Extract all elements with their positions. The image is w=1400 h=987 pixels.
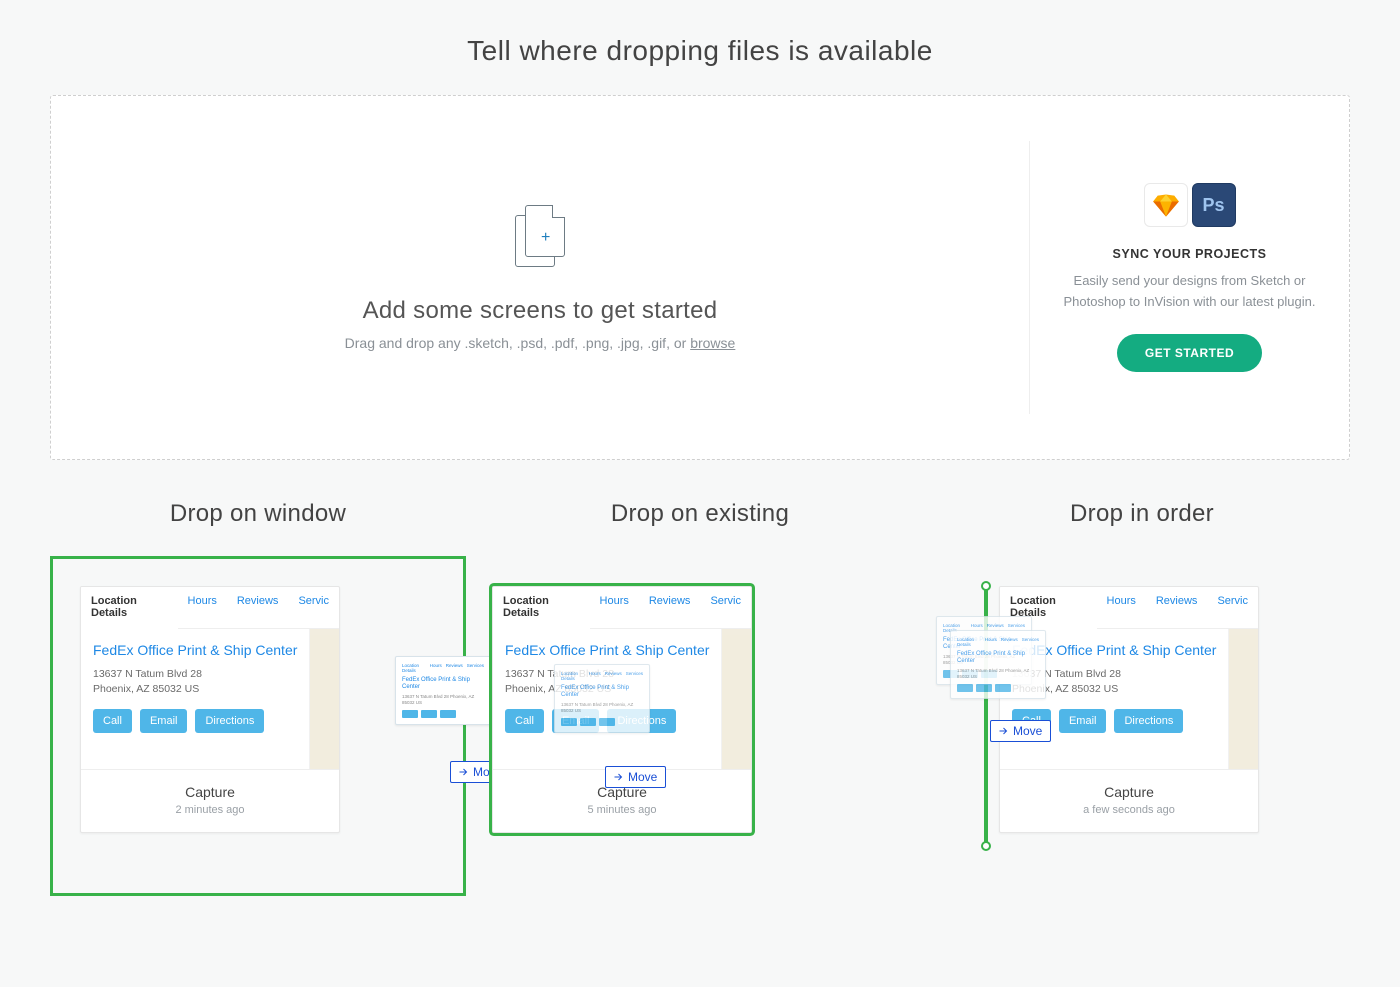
card-footer-timestamp: 2 minutes ago <box>89 804 331 816</box>
screen-card[interactable]: Location Details Hours Reviews Servic Fe… <box>999 586 1259 833</box>
map-preview <box>309 629 339 769</box>
location-address: 13637 N Tatum Blvd 28Phoenix, AZ 85032 U… <box>93 667 327 696</box>
stage-drop-in-order[interactable]: Location Details Hours Reviews Servic Fe… <box>934 556 1350 896</box>
dragged-thumbnail[interactable]: Location DetailsHoursReviewsServices Fed… <box>950 630 1046 699</box>
tab-hours[interactable]: Hours <box>178 587 227 628</box>
add-document-icon: + <box>515 205 565 267</box>
map-preview <box>1228 629 1258 769</box>
call-button[interactable]: Call <box>93 709 132 733</box>
dropzone-title: Add some screens to get started <box>363 297 718 325</box>
call-button[interactable]: Call <box>505 709 544 733</box>
tab-services[interactable]: Servic <box>1207 587 1258 628</box>
stage-drop-on-window[interactable]: Location Details Hours Reviews Servic Fe… <box>50 556 466 896</box>
sketch-icon <box>1144 183 1188 227</box>
sync-title: SYNC YOUR PROJECTS <box>1113 247 1267 261</box>
tab-reviews[interactable]: Reviews <box>1146 587 1208 628</box>
tab-reviews[interactable]: Reviews <box>227 587 289 628</box>
location-heading: FedEx Office Print & Ship Center <box>505 641 739 659</box>
dropzone-main[interactable]: + Add some screens to get started Drag a… <box>51 96 1029 459</box>
sync-description: Easily send your designs from Sketch or … <box>1060 271 1319 311</box>
page-title: Tell where dropping files is available <box>50 35 1350 67</box>
tab-reviews[interactable]: Reviews <box>639 587 701 628</box>
tab-services[interactable]: Servic <box>700 587 751 628</box>
screen-card[interactable]: Location Details Hours Reviews Servic Fe… <box>80 586 340 833</box>
tab-location-details[interactable]: Location Details <box>81 587 178 629</box>
card-footer-title: Capture <box>1008 784 1250 800</box>
location-address: 13637 N Tatum Blvd 28Phoenix, AZ 85032 U… <box>1012 667 1246 696</box>
photoshop-icon: Ps <box>1192 183 1236 227</box>
tab-location-details[interactable]: Location Details <box>493 587 590 629</box>
column-title-existing: Drop on existing <box>492 500 908 528</box>
directions-button[interactable]: Directions <box>195 709 264 733</box>
card-footer-timestamp: a few seconds ago <box>1008 804 1250 816</box>
location-heading: FedEx Office Print & Ship Center <box>93 641 327 659</box>
email-button[interactable]: Email <box>1059 709 1107 733</box>
sync-panel: Ps SYNC YOUR PROJECTS Easily send your d… <box>1029 141 1349 414</box>
column-title-window: Drop on window <box>50 500 466 528</box>
get-started-button[interactable]: GET STARTED <box>1117 334 1262 372</box>
directions-button[interactable]: Directions <box>1114 709 1183 733</box>
stage-drop-on-existing[interactable]: Location Details Hours Reviews Servic Fe… <box>492 556 908 896</box>
dragged-thumbnail[interactable]: Location DetailsHoursReviewsServices Fed… <box>395 656 491 725</box>
column-title-order: Drop in order <box>934 500 1350 528</box>
tab-hours[interactable]: Hours <box>590 587 639 628</box>
map-preview <box>721 629 751 769</box>
browse-link[interactable]: browse <box>690 335 735 351</box>
move-cursor-tag: Move <box>605 766 666 788</box>
card-footer-title: Capture <box>89 784 331 800</box>
dropzone[interactable]: + Add some screens to get started Drag a… <box>50 95 1350 460</box>
card-footer-timestamp: 5 minutes ago <box>501 804 743 816</box>
move-cursor-tag: Move <box>990 720 1051 742</box>
email-button[interactable]: Email <box>140 709 188 733</box>
tab-services[interactable]: Servic <box>288 587 339 628</box>
location-heading: FedEx Office Print & Ship Center <box>1012 641 1246 659</box>
dropzone-subtitle: Drag and drop any .sketch, .psd, .pdf, .… <box>345 335 736 351</box>
dragged-thumbnail[interactable]: Location DetailsHoursReviewsServices Fed… <box>554 664 650 733</box>
tab-hours[interactable]: Hours <box>1097 587 1146 628</box>
